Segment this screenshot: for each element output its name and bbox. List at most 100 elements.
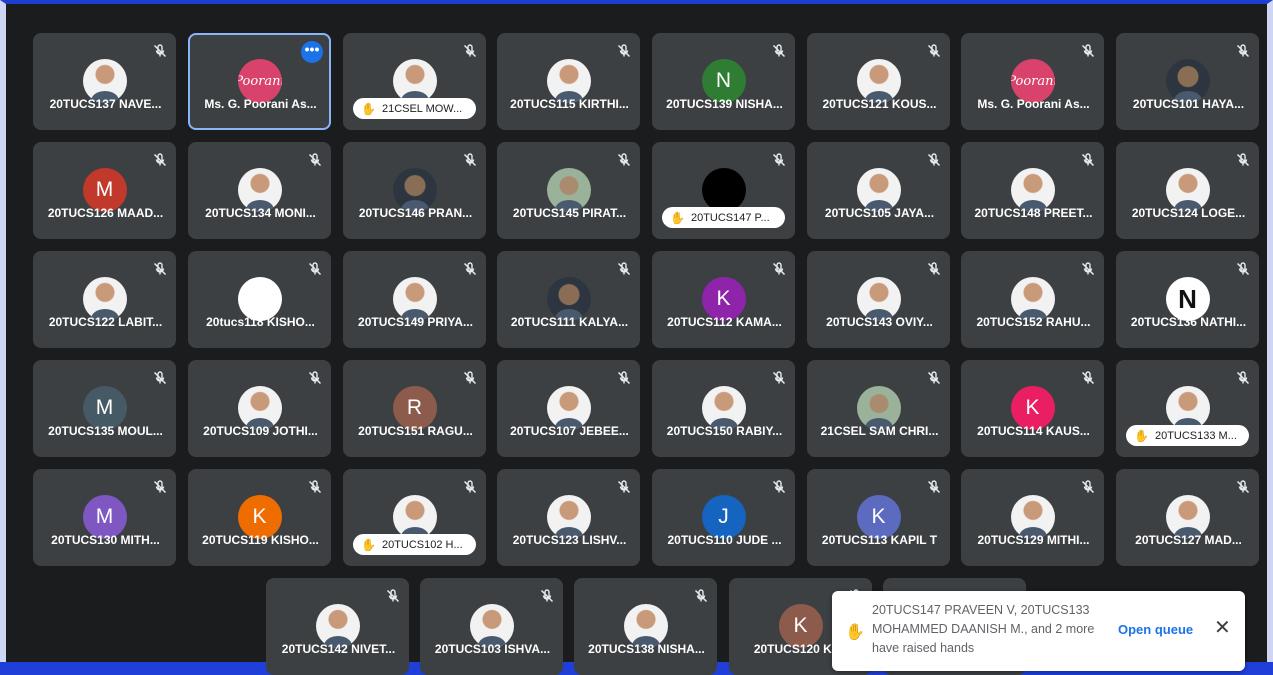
mic-off-icon — [616, 261, 632, 277]
participant-tile[interactable]: PooraniMs. G. Poorani As... — [961, 33, 1104, 130]
participant-name: 20TUCS142 NIVET... — [281, 642, 396, 656]
mic-off-icon — [1080, 152, 1096, 168]
mic-off-icon — [616, 43, 632, 59]
participant-name: 21CSEL MOW... — [381, 102, 463, 115]
participant-tile[interactable]: 20tucs118 KISHO... — [188, 251, 331, 348]
participant-tile[interactable]: K 20TUCS112 KAMA... — [652, 251, 795, 348]
participant-name: 20TUCS105 JAYA... — [824, 206, 935, 220]
participant-name: 20TUCS127 MAD... — [1135, 533, 1242, 547]
participant-tile[interactable]: 20TUCS137 NAVE... — [33, 33, 176, 130]
participant-name: 20TUCS134 MONI... — [205, 206, 316, 220]
participant-name: 20TUCS145 PIRAT... — [512, 206, 627, 220]
participant-tile[interactable]: 20TUCS129 MITHI... — [961, 469, 1104, 566]
mic-off-icon — [1080, 370, 1096, 386]
participant-tile[interactable]: 20TUCS134 MONI... — [188, 142, 331, 239]
mic-off-icon — [926, 261, 942, 277]
mic-off-icon — [1080, 43, 1096, 59]
open-queue-button[interactable]: Open queue — [1118, 622, 1193, 637]
participant-name: 20TUCS146 PRAN... — [358, 206, 473, 220]
participant-tile[interactable]: K 20TUCS114 KAUS... — [961, 360, 1104, 457]
mic-off-icon — [1235, 152, 1251, 168]
raised-hand-icon: ✋ — [361, 101, 376, 116]
participant-tile[interactable]: 20TUCS152 RAHU... — [961, 251, 1104, 348]
participant-tile[interactable]: ✋ 21CSEL MOW... — [343, 33, 486, 130]
participant-tile[interactable]: M 20TUCS126 MAAD... — [33, 142, 176, 239]
participant-name: 20TUCS130 MITH... — [51, 533, 160, 547]
participant-tile[interactable]: 20TUCS109 JOTHI... — [188, 360, 331, 457]
mic-off-icon — [693, 588, 709, 604]
participant-tile[interactable]: 20TUCS143 OVIY... — [807, 251, 950, 348]
participant-tile[interactable]: 20TUCS148 PREET... — [961, 142, 1104, 239]
avatar — [701, 168, 746, 212]
participant-tile[interactable]: 20TUCS111 KALYA... — [497, 251, 640, 348]
participant-tile[interactable]: 21CSEL SAM CHRI... — [807, 360, 950, 457]
participant-name: 20TUCS123 LISHV... — [512, 533, 627, 547]
participant-name: 20TUCS121 KOUS... — [822, 97, 937, 111]
participant-tile[interactable]: 20TUCS150 RABIY... — [652, 360, 795, 457]
participant-tile[interactable]: R 20TUCS151 RAGU... — [343, 360, 486, 457]
mic-off-icon — [307, 152, 323, 168]
participant-tile[interactable]: ✋ 20TUCS133 M... — [1116, 360, 1259, 457]
mic-off-icon — [926, 479, 942, 495]
mic-off-icon — [926, 152, 942, 168]
participant-tile[interactable]: Poorani•••Ms. G. Poorani As... — [188, 33, 331, 130]
raised-hand-badge: ✋ 21CSEL MOW... — [353, 98, 476, 119]
raised-hand-badge: ✋ 20TUCS102 H... — [353, 534, 476, 555]
participant-name: 20TUCS101 HAYA... — [1132, 97, 1245, 111]
meeting-window: 20TUCS137 NAVE...Poorani•••Ms. G. Pooran… — [0, 0, 1273, 675]
close-icon[interactable]: ✕ — [1214, 618, 1231, 638]
participant-tile[interactable]: 20TUCS122 LABIT... — [33, 251, 176, 348]
participant-tile[interactable]: J 20TUCS110 JUDE ... — [652, 469, 795, 566]
mic-off-icon — [1235, 261, 1251, 277]
participant-name: 20TUCS143 OVIY... — [826, 315, 933, 329]
participant-tile[interactable]: 20TUCS145 PIRAT... — [497, 142, 640, 239]
participant-name: 20TUCS138 NISHA... — [588, 642, 705, 656]
participant-tile[interactable]: N 20TUCS139 NISHA... — [652, 33, 795, 130]
participant-name: 20TUCS135 MOUL... — [48, 424, 163, 438]
participant-tile[interactable]: M 20TUCS135 MOUL... — [33, 360, 176, 457]
participant-tile[interactable]: 20TUCS105 JAYA... — [807, 142, 950, 239]
participant-tile[interactable]: 20TUCS142 NIVET... — [266, 578, 409, 675]
mic-off-icon — [152, 43, 168, 59]
participant-tile[interactable]: N 20TUCS136 NATHI... — [1116, 251, 1259, 348]
mic-off-icon — [1080, 479, 1096, 495]
mic-off-icon — [771, 261, 787, 277]
participant-tile[interactable]: 20TUCS124 LOGE... — [1116, 142, 1259, 239]
participant-tile[interactable]: K 20TUCS113 KAPIL T — [807, 469, 950, 566]
mic-off-icon — [307, 261, 323, 277]
participant-tile[interactable]: 20TUCS127 MAD... — [1116, 469, 1259, 566]
participant-name: 20TUCS147 P... — [690, 211, 770, 224]
participant-tile[interactable]: 20TUCS101 HAYA... — [1116, 33, 1259, 130]
participant-name: 20TUCS109 JOTHI... — [203, 424, 318, 438]
participant-tile[interactable]: ✋ 20TUCS147 P... — [652, 142, 795, 239]
participant-tile[interactable]: 20TUCS146 PRAN... — [343, 142, 486, 239]
mic-off-icon — [152, 261, 168, 277]
participant-name: 20TUCS151 RAGU... — [358, 424, 473, 438]
participant-tile[interactable]: 20TUCS123 LISHV... — [497, 469, 640, 566]
mic-off-icon — [616, 370, 632, 386]
mic-off-icon — [771, 479, 787, 495]
participant-name: 20TUCS114 KAUS... — [977, 424, 1090, 438]
participant-grid: 20TUCS137 NAVE...Poorani•••Ms. G. Pooran… — [6, 4, 1273, 675]
participant-tile[interactable]: 20TUCS138 NISHA... — [574, 578, 717, 675]
participant-name: 20TUCS133 M... — [1154, 429, 1237, 442]
participant-tile[interactable]: M 20TUCS130 MITH... — [33, 469, 176, 566]
mic-off-icon — [462, 261, 478, 277]
participant-tile[interactable]: 20TUCS107 JEBEE... — [497, 360, 640, 457]
mic-off-icon — [152, 370, 168, 386]
participant-tile[interactable]: 20TUCS103 ISHVA... — [420, 578, 563, 675]
more-options-icon[interactable]: ••• — [301, 41, 323, 63]
participant-tile[interactable]: K 20TUCS119 KISHO... — [188, 469, 331, 566]
participant-name: 20TUCS152 RAHU... — [976, 315, 1091, 329]
avatar-photo — [392, 495, 437, 539]
mic-off-icon — [152, 152, 168, 168]
participant-tile[interactable]: 20TUCS121 KOUS... — [807, 33, 950, 130]
participant-tile[interactable]: 20TUCS115 KIRTHI... — [497, 33, 640, 130]
participant-name: 20TUCS113 KAPIL T — [821, 533, 938, 547]
mic-off-icon — [385, 588, 401, 604]
participant-tile[interactable]: 20TUCS149 PRIYA... — [343, 251, 486, 348]
raised-hand-icon: ✋ — [670, 210, 685, 225]
mic-off-icon — [771, 43, 787, 59]
participant-tile[interactable]: ✋ 20TUCS102 H... — [343, 469, 486, 566]
mic-off-icon — [1235, 479, 1251, 495]
